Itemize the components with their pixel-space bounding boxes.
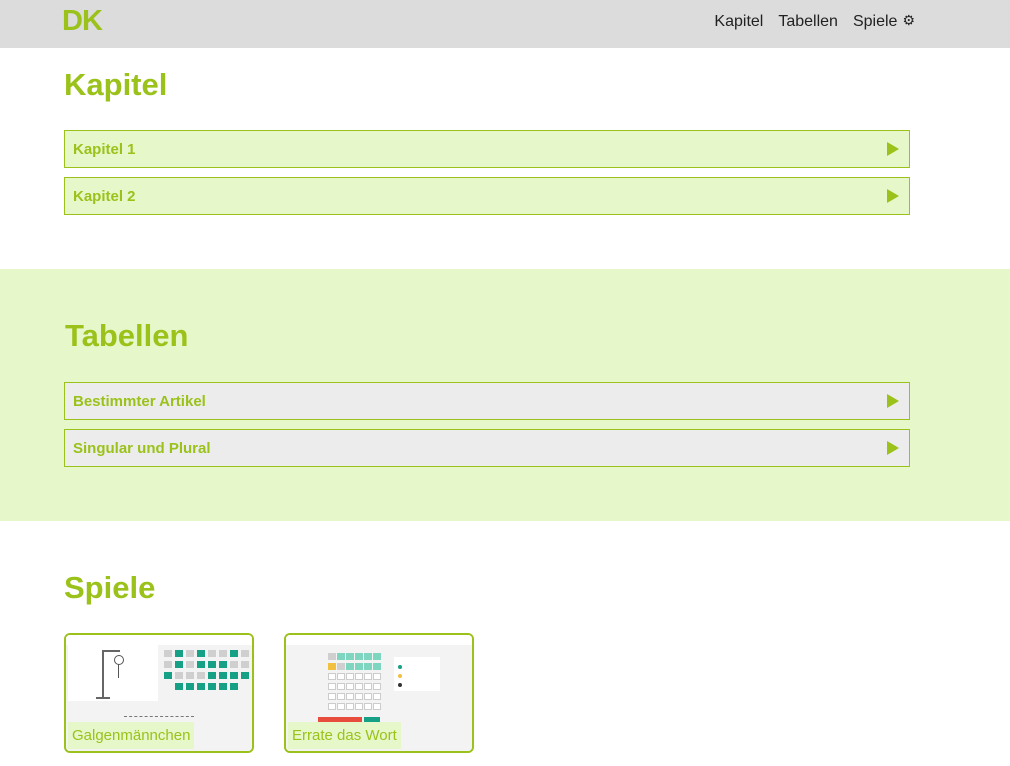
accordion-kapitel-1[interactable]: Kapitel 1 [64, 130, 910, 168]
top-navbar: DK Kapitel Tabellen Spiele ⚙ [0, 0, 1010, 48]
nav-item-tabellen[interactable]: Tabellen [778, 13, 838, 31]
nav-item-kapitel[interactable]: Kapitel [714, 13, 763, 31]
spiele-title: Spiele [64, 570, 156, 605]
game-label: Galgenmännchen [68, 722, 195, 749]
accordion-bestimmter-artikel[interactable]: Bestimmter Artikel [64, 382, 910, 420]
nav-item-spiele[interactable]: Spiele [853, 13, 897, 31]
tabellen-title: Tabellen [65, 318, 189, 353]
play-arrow-icon [887, 189, 899, 203]
nav-links: Kapitel Tabellen Spiele ⚙ [714, 12, 915, 31]
accordion-kapitel-2[interactable]: Kapitel 2 [64, 177, 910, 215]
game-card-errate-das-wort[interactable]: Errate das Wort [284, 633, 474, 753]
brand-logo[interactable]: DK [62, 5, 103, 38]
play-arrow-icon [887, 142, 899, 156]
accordion-label: Bestimmter Artikel [73, 392, 206, 410]
game-card-galgenmaennchen[interactable]: Galgenmännchen [64, 633, 254, 753]
play-arrow-icon [887, 441, 899, 455]
accordion-label: Singular und Plural [73, 439, 211, 457]
gear-icon[interactable]: ⚙ [902, 12, 915, 30]
accordion-label: Kapitel 1 [73, 140, 136, 158]
play-arrow-icon [887, 394, 899, 408]
kapitel-title: Kapitel [64, 67, 168, 102]
accordion-singular-und-plural[interactable]: Singular und Plural [64, 429, 910, 467]
game-label: Errate das Wort [288, 722, 401, 749]
accordion-label: Kapitel 2 [73, 187, 136, 205]
